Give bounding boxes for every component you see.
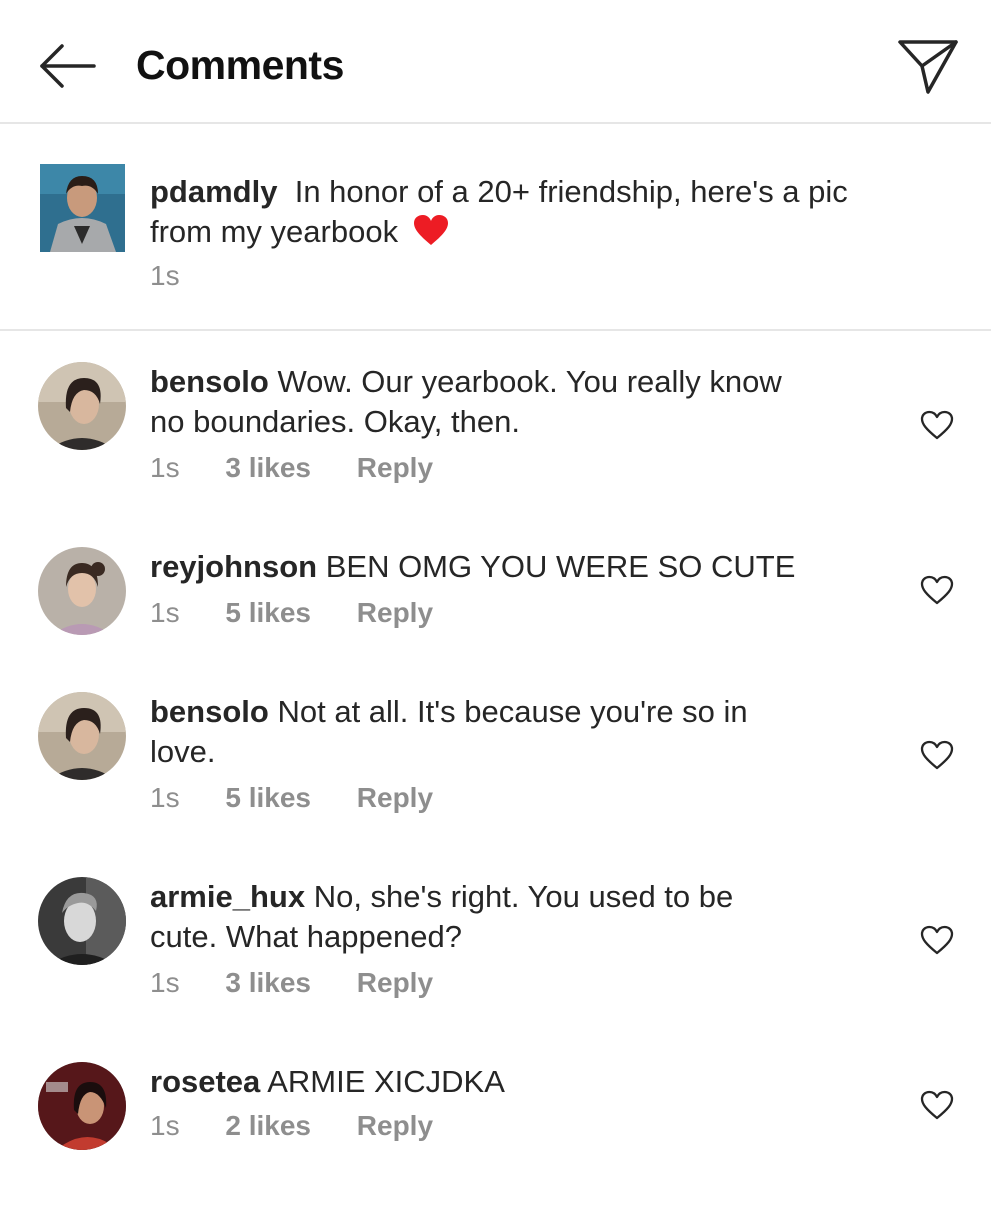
post-caption: pdamdly In honor of a 20+ friendship, he… xyxy=(0,124,991,331)
comment-meta: 1s 2 likes Reply xyxy=(150,1110,433,1142)
comment-body: No, she's right. You used to be xyxy=(313,879,734,914)
comment-text-line2: no boundaries. Okay, then. xyxy=(150,404,520,439)
reply-button[interactable]: Reply xyxy=(357,782,433,814)
reply-button[interactable]: Reply xyxy=(357,452,433,484)
heart-outline-icon xyxy=(920,740,954,770)
comment-meta: 1s 5 likes Reply xyxy=(150,597,433,629)
reply-button[interactable]: Reply xyxy=(357,1110,433,1142)
like-button[interactable] xyxy=(920,410,954,440)
red-heart-emoji-icon xyxy=(413,214,449,256)
top-bar: Comments xyxy=(0,0,991,124)
comment-timestamp: 1s xyxy=(150,597,180,628)
comment-text-line1: bensolo Wow. Our yearbook. You really kn… xyxy=(150,362,782,402)
heart-outline-icon xyxy=(920,410,954,440)
likes-count[interactable]: 5 likes xyxy=(225,782,311,814)
comment-item: bensolo Wow. Our yearbook. You really kn… xyxy=(0,362,991,512)
share-button[interactable] xyxy=(892,36,964,100)
comment-username[interactable]: reyjohnson xyxy=(150,549,317,584)
post-timestamp: 1s xyxy=(150,260,180,291)
comment-text-line2: love. xyxy=(150,734,216,769)
comment-item: bensolo Not at all. It's because you're … xyxy=(0,692,991,842)
arrow-left-icon xyxy=(40,44,96,88)
post-username[interactable]: pdamdly xyxy=(150,174,277,209)
comment-item: rosetea ARMIE XICJDKA 1s 2 likes Reply xyxy=(0,1062,991,1212)
caption-body: In honor of a 20+ friendship, here's a p… xyxy=(294,174,848,209)
reply-button[interactable]: Reply xyxy=(357,967,433,999)
comment-username[interactable]: bensolo xyxy=(150,694,269,729)
like-button[interactable] xyxy=(920,740,954,770)
avatar[interactable] xyxy=(38,877,126,965)
heart-outline-icon xyxy=(920,575,954,605)
like-button[interactable] xyxy=(920,1090,954,1120)
comment-text-line1: rosetea ARMIE XICJDKA xyxy=(150,1062,505,1102)
comment-meta: 1s 3 likes Reply xyxy=(150,452,433,484)
post-author-avatar[interactable] xyxy=(40,164,125,252)
paper-plane-icon xyxy=(898,40,958,94)
likes-count[interactable]: 3 likes xyxy=(225,452,311,484)
comment-item: reyjohnson BEN OMG YOU WERE SO CUTE 1s 5… xyxy=(0,547,991,697)
comment-meta: 1s 3 likes Reply xyxy=(150,967,433,999)
reply-button[interactable]: Reply xyxy=(357,597,433,629)
comment-timestamp: 1s xyxy=(150,967,180,998)
caption-text-line2: from my yearbook xyxy=(150,212,449,256)
page-title: Comments xyxy=(136,42,344,88)
comment-timestamp: 1s xyxy=(150,452,180,483)
comment-text-line1: armie_hux No, she's right. You used to b… xyxy=(150,877,733,917)
avatar[interactable] xyxy=(38,547,126,635)
caption-body-cont: from my yearbook xyxy=(150,214,399,249)
heart-outline-icon xyxy=(920,925,954,955)
comment-body: ARMIE XICJDKA xyxy=(267,1064,505,1099)
avatar[interactable] xyxy=(38,362,126,450)
like-button[interactable] xyxy=(920,925,954,955)
likes-count[interactable]: 2 likes xyxy=(225,1110,311,1142)
comment-timestamp: 1s xyxy=(150,1110,180,1141)
comment-text-line1: reyjohnson BEN OMG YOU WERE SO CUTE xyxy=(150,547,795,587)
caption-text-line1: pdamdly In honor of a 20+ friendship, he… xyxy=(150,172,848,212)
comment-text-line2: cute. What happened? xyxy=(150,919,462,954)
back-button[interactable] xyxy=(36,38,100,94)
avatar[interactable] xyxy=(38,692,126,780)
comment-username[interactable]: rosetea xyxy=(150,1064,260,1099)
comment-meta: 1s 5 likes Reply xyxy=(150,782,433,814)
avatar[interactable] xyxy=(38,1062,126,1150)
like-button[interactable] xyxy=(920,575,954,605)
likes-count[interactable]: 5 likes xyxy=(225,597,311,629)
comment-timestamp: 1s xyxy=(150,782,180,813)
comment-body: Wow. Our yearbook. You really know xyxy=(277,364,782,399)
likes-count[interactable]: 3 likes xyxy=(225,967,311,999)
comment-username[interactable]: bensolo xyxy=(150,364,269,399)
comment-body: BEN OMG YOU WERE SO CUTE xyxy=(325,549,796,584)
comment-item: armie_hux No, she's right. You used to b… xyxy=(0,877,991,1027)
comment-body: Not at all. It's because you're so in xyxy=(277,694,748,729)
heart-outline-icon xyxy=(920,1090,954,1120)
comment-username[interactable]: armie_hux xyxy=(150,879,305,914)
comment-text-line1: bensolo Not at all. It's because you're … xyxy=(150,692,748,732)
